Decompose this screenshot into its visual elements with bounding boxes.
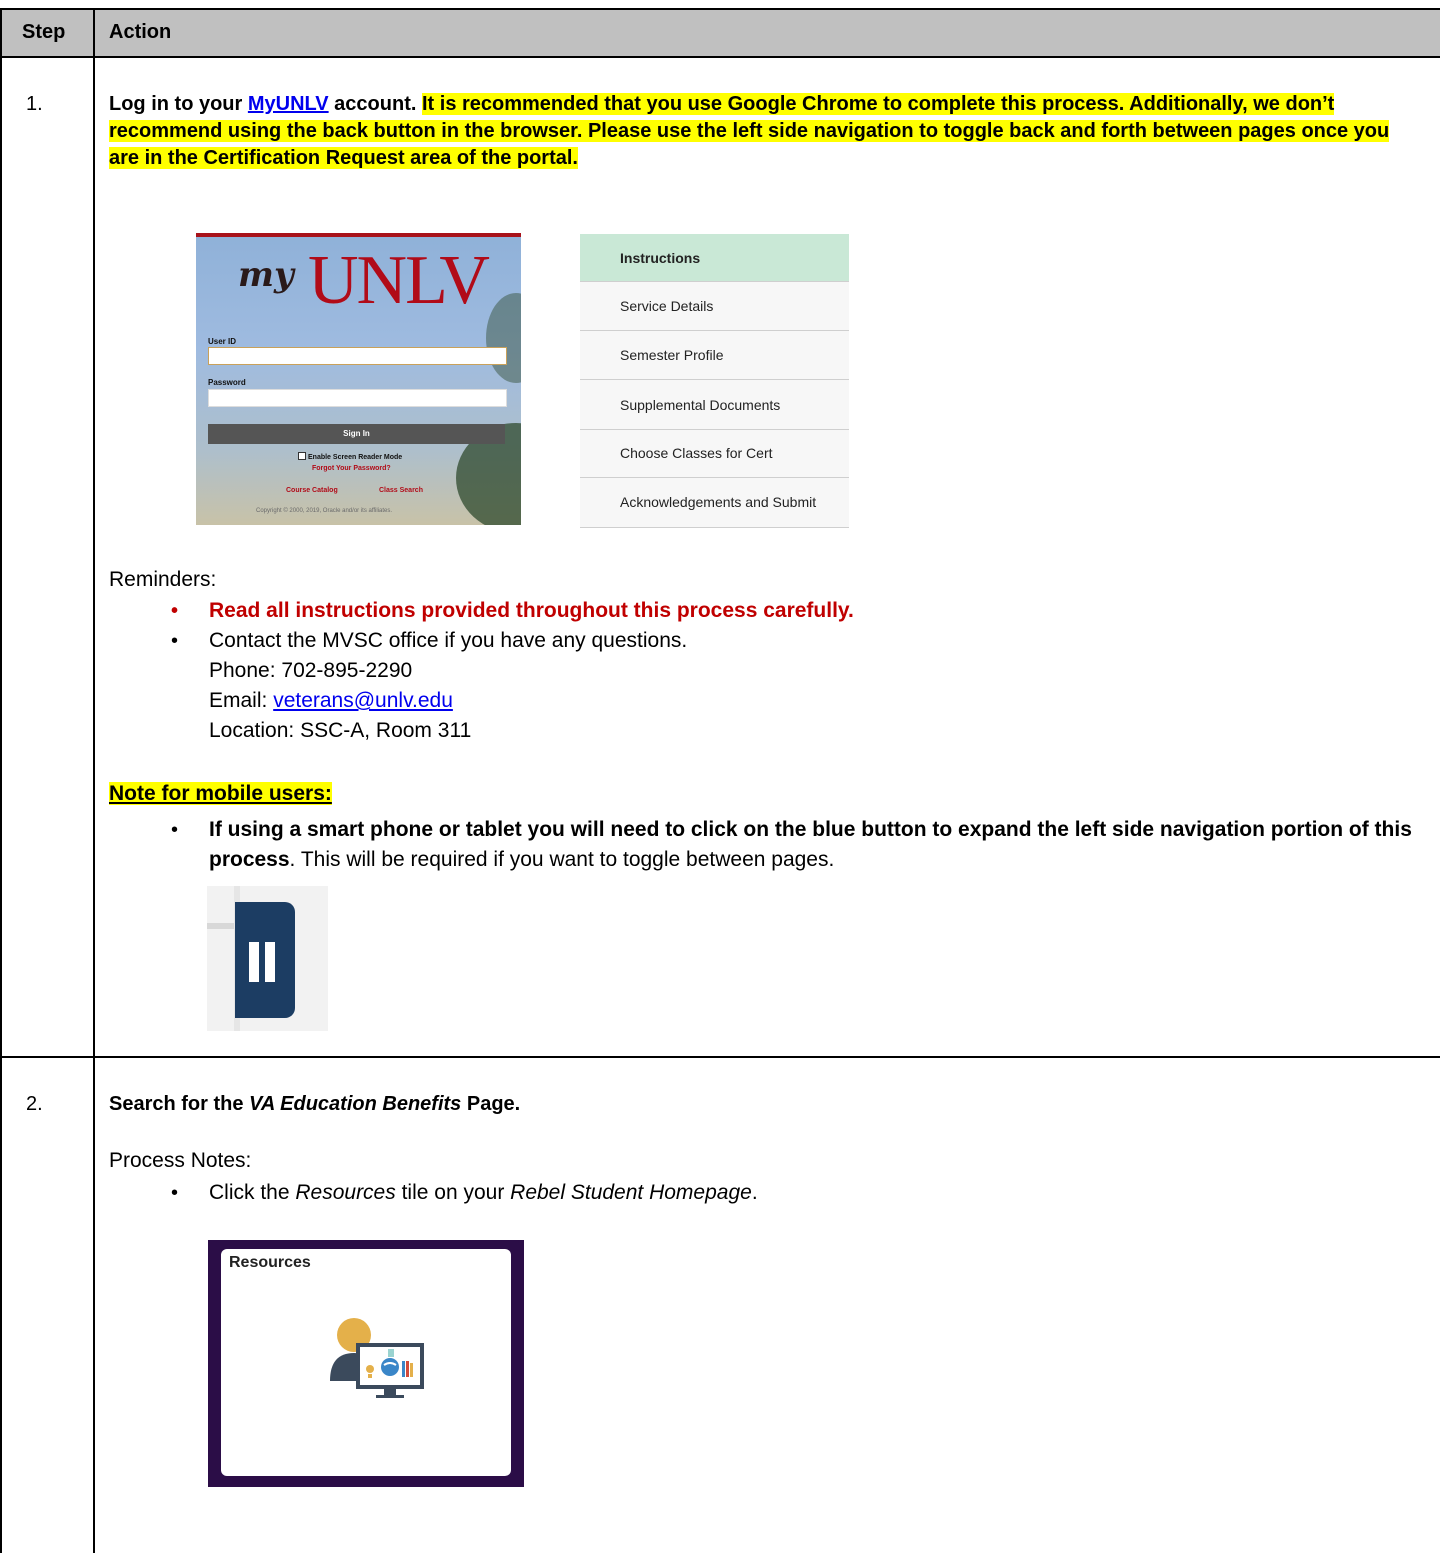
- note-b: tile on your: [395, 1181, 511, 1204]
- step2-title: Search for the VA Education Benefits Pag…: [109, 1091, 520, 1118]
- note-c: .: [751, 1181, 758, 1204]
- resources-tile[interactable]: Resources: [221, 1249, 511, 1476]
- resources-tile-title: Resources: [229, 1254, 311, 1271]
- nav-item-service-details[interactable]: Service Details: [580, 282, 849, 331]
- nav-item-instructions[interactable]: Instructions: [580, 234, 849, 282]
- myunlv-login-screenshot: my UNLV User ID Password Sign In Enable …: [196, 233, 521, 525]
- copyright-text: Copyright © 2000, 2019, Oracle and/or it…: [256, 508, 393, 514]
- email-link[interactable]: veterans@unlv.edu: [273, 689, 453, 712]
- process-note-item: Click the Resources tile on your Rebel S…: [99, 1178, 1399, 1208]
- mobile-note-heading: Note for mobile users:: [109, 779, 332, 809]
- step2-title-b: Page.: [461, 1093, 521, 1115]
- nav-item-choose-classes[interactable]: Choose Classes for Cert: [580, 430, 849, 478]
- phone-text: Phone: 702-895-2290: [209, 659, 413, 682]
- login-top-bar: [196, 233, 521, 237]
- location-text: Location: SSC-A, Room 311: [209, 719, 472, 742]
- user-id-input[interactable]: [208, 347, 507, 365]
- reminders-label: Reminders:: [109, 568, 217, 591]
- reminder-item-read: Read all instructions provided throughou…: [99, 596, 1419, 626]
- screen-reader-option[interactable]: Enable Screen Reader Mode: [298, 452, 402, 461]
- step1-number: 1.: [26, 93, 43, 115]
- step1-intro-after: account.: [328, 93, 422, 115]
- reminders-list: Read all instructions provided throughou…: [99, 596, 1419, 746]
- reminder-contact-text: Contact the MVSC office if you have any …: [209, 629, 688, 652]
- note-a: Click the: [209, 1181, 296, 1204]
- table-border-left: [0, 8, 2, 1553]
- password-label: Password: [208, 378, 246, 387]
- expand-nav-button[interactable]: [235, 902, 295, 1018]
- nav-item-semester-profile[interactable]: Semester Profile: [580, 331, 849, 380]
- screen-reader-label: Enable Screen Reader Mode: [308, 454, 403, 461]
- password-input[interactable]: [208, 389, 507, 407]
- nav-item-supplemental-documents[interactable]: Supplemental Documents: [580, 380, 849, 430]
- mobile-note-item: If using a smart phone or tablet you wil…: [99, 815, 1429, 875]
- process-notes-label: Process Notes:: [109, 1149, 252, 1172]
- pause-icon: [249, 942, 277, 982]
- header-step: Step: [22, 21, 66, 43]
- class-search-link[interactable]: Class Search: [379, 487, 423, 494]
- user-id-label: User ID: [208, 337, 237, 346]
- checkbox-icon[interactable]: [298, 452, 306, 460]
- step1-instructions: Log in to your MyUNLV account. It is rec…: [109, 91, 1409, 172]
- header-action: Action: [109, 21, 172, 43]
- email-label: Email:: [209, 689, 274, 712]
- logo-unlv: UNLV: [308, 242, 490, 319]
- mobile-note-rest: . This will be required if you want to t…: [289, 848, 835, 871]
- process-notes-list: Click the Resources tile on your Rebel S…: [99, 1178, 1399, 1208]
- step2-title-italic: VA Education Benefits: [249, 1093, 462, 1115]
- reminder-read-text: Read all instructions provided throughou…: [209, 599, 854, 622]
- step2-number: 2.: [26, 1093, 43, 1115]
- step1-intro-text: Log in to your: [109, 93, 248, 115]
- email-line: Email: veterans@unlv.edu: [209, 686, 1419, 716]
- course-catalog-link[interactable]: Course Catalog: [286, 487, 338, 494]
- expand-nav-button-screenshot: [207, 886, 328, 1031]
- table-column-divider: [93, 8, 95, 1553]
- note-homepage: Rebel Student Homepage: [510, 1181, 752, 1204]
- forgot-password-link[interactable]: Forgot Your Password?: [312, 465, 391, 472]
- mobile-note-list: If using a smart phone or tablet you wil…: [99, 815, 1429, 875]
- note-resources: Resources: [295, 1181, 396, 1204]
- reminder-item-contact: Contact the MVSC office if you have any …: [99, 626, 1419, 746]
- logo-my: my: [238, 255, 294, 295]
- table-header: [0, 10, 1440, 56]
- resources-icon: [330, 1318, 424, 1398]
- sign-in-button[interactable]: Sign In: [208, 424, 505, 444]
- step2-title-a: Search for the: [109, 1093, 250, 1115]
- myunlv-link[interactable]: MyUNLV: [248, 93, 329, 115]
- table-border-header-bottom: [0, 56, 1440, 58]
- table-row-divider: [0, 1056, 1440, 1058]
- palm-tree-graphic-2: [486, 293, 521, 383]
- resources-tile-screenshot: Resources: [208, 1240, 524, 1487]
- left-navigation-screenshot: Instructions Service Details Semester Pr…: [580, 234, 849, 528]
- mobile-note-heading-text: Note for mobile users:: [109, 782, 332, 805]
- table-border-top: [0, 8, 1440, 10]
- nav-item-acknowledgements[interactable]: Acknowledgements and Submit: [580, 478, 849, 528]
